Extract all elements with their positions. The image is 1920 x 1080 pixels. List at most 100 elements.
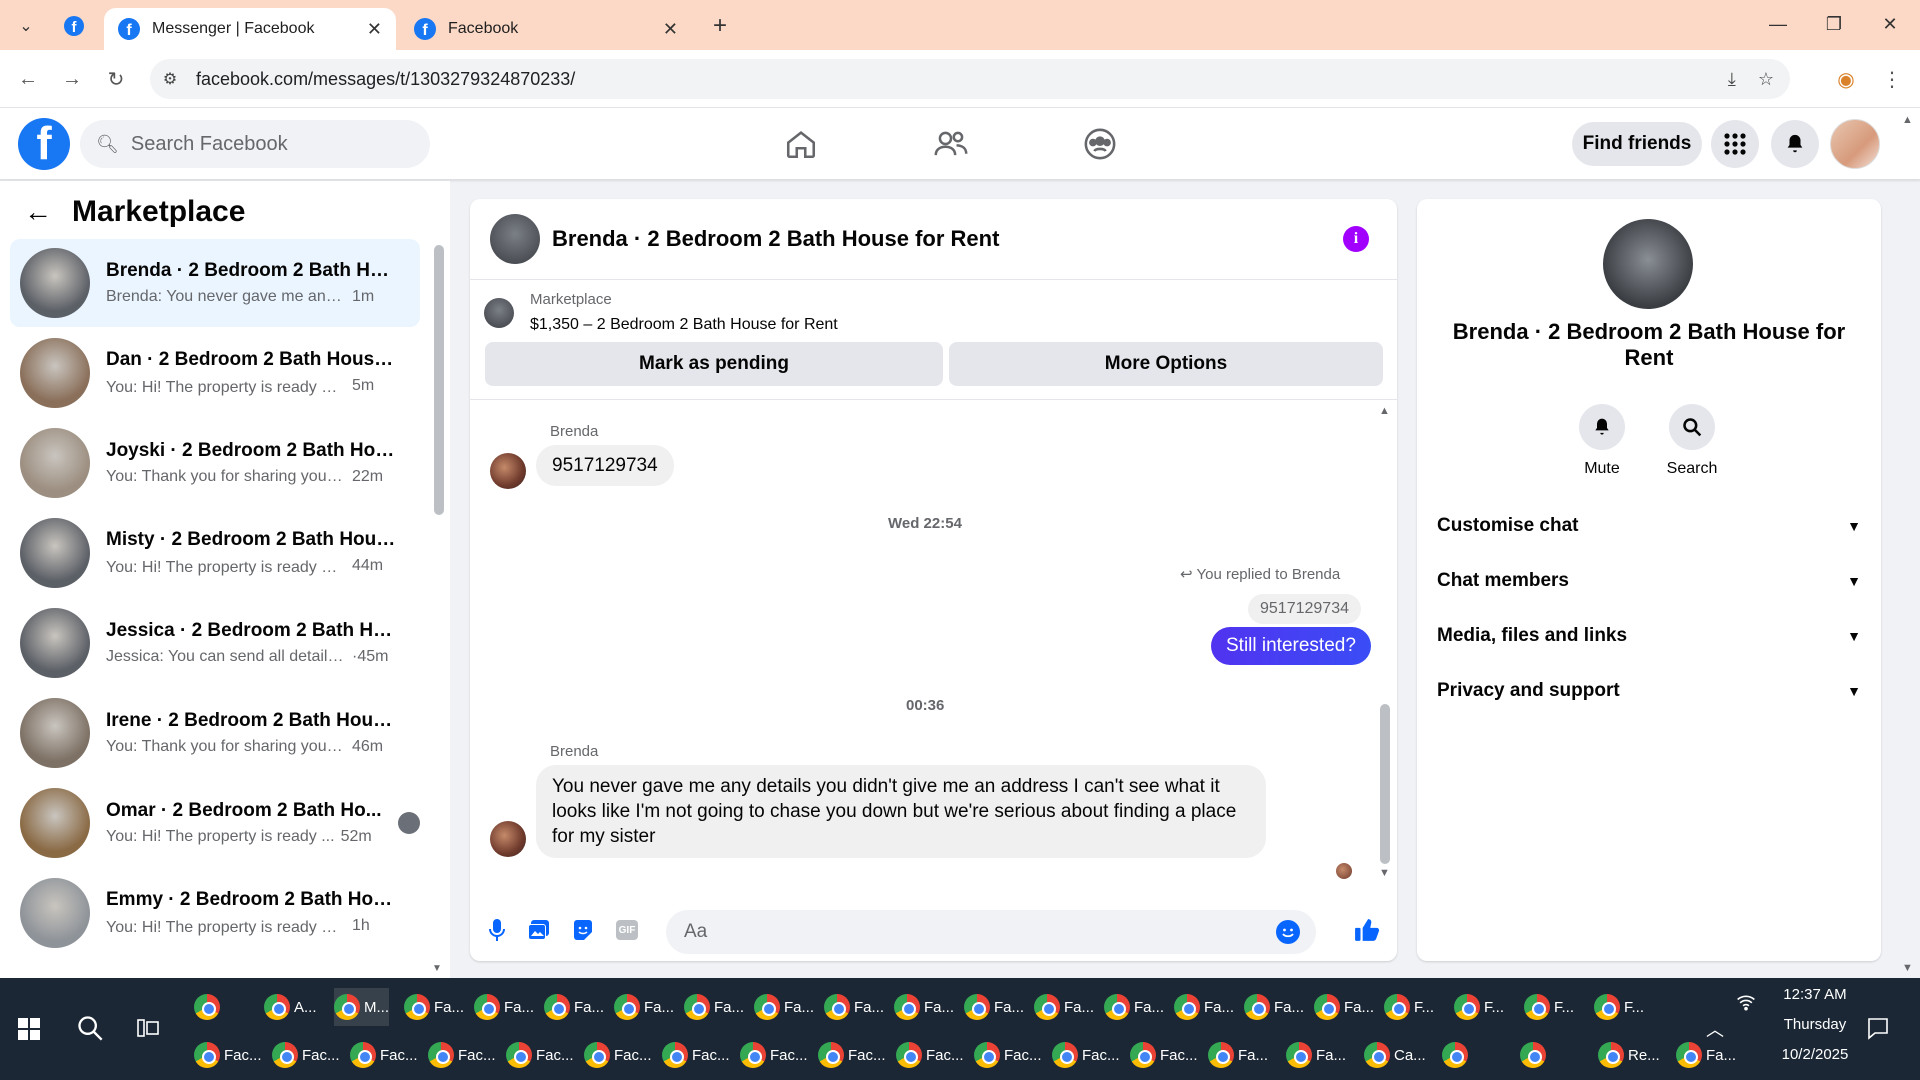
pinned-facebook-tab[interactable]: f	[58, 10, 90, 42]
taskbar-chrome-window[interactable]: Fa...	[1208, 1036, 1268, 1074]
scroll-up-arrow-icon[interactable]: ▲	[1379, 405, 1390, 417]
listing-info[interactable]: Marketplace $1,350 – 2 Bedroom 2 Bath Ho…	[484, 291, 838, 334]
scroll-down-arrow-icon[interactable]: ▼	[1379, 867, 1390, 879]
back-arrow-icon[interactable]: ←	[12, 63, 44, 95]
quoted-message[interactable]: 9517129734	[1248, 594, 1361, 624]
taskbar-chrome-window[interactable]: Fac...	[194, 1036, 262, 1074]
account-avatar[interactable]	[1830, 119, 1880, 169]
forward-arrow-icon[interactable]: →	[56, 63, 88, 95]
taskbar-chrome-window[interactable]: Fa...	[1034, 988, 1094, 1026]
find-friends-button[interactable]: Find friends	[1572, 122, 1702, 166]
conversation-item[interactable]: Jessica · 2 Bedroom 2 Bath Hous... Jessic…	[10, 599, 420, 687]
taskbar-chrome-window[interactable]: Fac...	[662, 1036, 730, 1074]
taskbar-chrome-window[interactable]: Fac...	[272, 1036, 340, 1074]
mark-as-pending-button[interactable]: Mark as pending	[485, 342, 943, 386]
sender-avatar[interactable]	[490, 821, 526, 857]
microphone-icon[interactable]	[484, 917, 510, 943]
notification-center-icon[interactable]	[1866, 1016, 1890, 1046]
section-customise-chat[interactable]: Customise chat ▼	[1437, 506, 1861, 546]
taskbar-chrome-window[interactable]: Fa...	[754, 988, 814, 1026]
more-options-button[interactable]: More Options	[949, 342, 1383, 386]
close-tab-icon[interactable]: ✕	[367, 19, 382, 40]
search-icon[interactable]	[76, 1014, 104, 1048]
page-scroll-down-arrow-icon[interactable]: ▼	[1902, 962, 1913, 974]
taskbar-chrome-window[interactable]: Fac...	[1130, 1036, 1198, 1074]
browser-menu-icon[interactable]: ⋮	[1876, 63, 1908, 95]
section-privacy-support[interactable]: Privacy and support ▼	[1437, 671, 1861, 711]
scroll-down-arrow-icon[interactable]: ▼	[432, 963, 442, 974]
conversation-item[interactable]: Misty · 2 Bedroom 2 Bath House... You: Hi…	[10, 509, 420, 597]
info-icon[interactable]: i	[1343, 226, 1369, 252]
taskbar-chrome-window[interactable]: Fac...	[1052, 1036, 1120, 1074]
minimize-button[interactable]: —	[1750, 8, 1806, 40]
friends-icon[interactable]	[927, 122, 975, 166]
taskbar-chrome-window[interactable]: Fa...	[1174, 988, 1234, 1026]
install-app-icon[interactable]: ⤓	[1728, 69, 1736, 90]
taskbar-chrome-window[interactable]: F...	[1594, 988, 1644, 1026]
site-settings-icon[interactable]: ⚙	[150, 69, 190, 89]
taskbar-chrome-window[interactable]: Fac...	[506, 1036, 574, 1074]
search-input[interactable]: 🔍︎ Search Facebook	[80, 120, 430, 168]
incoming-message[interactable]: 9517129734	[536, 445, 674, 486]
show-hidden-icons-chevron-icon[interactable]: ︿	[1706, 1016, 1724, 1042]
wifi-icon[interactable]	[1736, 992, 1756, 1017]
facebook-logo-icon[interactable]: f	[18, 118, 70, 170]
taskbar-chrome-window[interactable]: F...	[1524, 988, 1574, 1026]
conversation-item[interactable]: Brenda · 2 Bedroom 2 Bath Hou... Brenda: …	[10, 239, 420, 327]
taskbar-chrome-window[interactable]	[194, 988, 224, 1026]
taskbar-chrome-window[interactable]: Fac...	[818, 1036, 886, 1074]
taskbar-chrome-window[interactable]: Fa...	[824, 988, 884, 1026]
conversation-item[interactable]: Emmy · 2 Bedroom 2 Bath Hous... You: Hi! …	[10, 869, 420, 957]
tab-messenger[interactable]: f Messenger | Facebook ✕	[104, 8, 396, 50]
taskbar-chrome-window[interactable]: Re...	[1598, 1036, 1660, 1074]
windows-start-icon[interactable]	[18, 1018, 40, 1040]
taskbar-chrome-window[interactable]: Fa...	[614, 988, 674, 1026]
profile-icon[interactable]: ◉	[1830, 63, 1862, 95]
scrollbar[interactable]	[434, 245, 444, 515]
menu-grid-icon[interactable]	[1711, 120, 1759, 168]
taskbar-chrome-window[interactable]: Fa...	[1286, 1036, 1346, 1074]
mute-button[interactable]: Mute	[1567, 404, 1637, 478]
thumbs-up-icon[interactable]	[1354, 917, 1380, 943]
sender-avatar[interactable]	[490, 453, 526, 489]
taskbar-chrome-window[interactable]: Fa...	[544, 988, 604, 1026]
taskbar-chrome-window[interactable]: M...	[334, 988, 389, 1026]
search-in-chat-button[interactable]: Search	[1657, 404, 1727, 478]
conversation-item[interactable]: Joyski · 2 Bedroom 2 Bath Hous... You: Th…	[10, 419, 420, 507]
taskbar-chrome-window[interactable]: F...	[1454, 988, 1504, 1026]
taskbar-chrome-window[interactable]: Fa...	[1314, 988, 1374, 1026]
taskbar-chrome-window[interactable]: Fac...	[350, 1036, 418, 1074]
taskbar-chrome-window[interactable]: Fa...	[1244, 988, 1304, 1026]
task-view-icon[interactable]	[136, 1016, 162, 1046]
tab-facebook[interactable]: f Facebook ✕	[400, 8, 692, 50]
taskbar-chrome-window[interactable]: Fa...	[474, 988, 534, 1026]
close-window-button[interactable]: ✕	[1862, 8, 1918, 40]
scrollbar[interactable]	[1380, 704, 1390, 864]
bookmark-star-icon[interactable]: ☆	[1758, 69, 1774, 90]
home-icon[interactable]	[777, 122, 825, 166]
back-arrow-icon[interactable]: ←	[24, 196, 52, 228]
photo-icon[interactable]	[526, 917, 552, 943]
outgoing-message[interactable]: Still interested?	[1211, 627, 1371, 665]
section-chat-members[interactable]: Chat members ▼	[1437, 561, 1861, 601]
taskbar-chrome-window[interactable]: Fac...	[428, 1036, 496, 1074]
chat-avatar[interactable]	[1603, 219, 1693, 309]
taskbar-chrome-window[interactable]: Fac...	[974, 1036, 1042, 1074]
new-tab-button[interactable]: +	[704, 10, 736, 42]
sticker-icon[interactable]	[570, 917, 596, 943]
address-bar[interactable]: ⚙ facebook.com/messages/t/13032793248702…	[150, 59, 1790, 99]
close-tab-icon[interactable]: ✕	[663, 19, 678, 40]
taskbar-chrome-window[interactable]: Fa...	[1104, 988, 1164, 1026]
conversation-item[interactable]: Irene · 2 Bedroom 2 Bath House ... You: T…	[10, 689, 420, 777]
chat-avatar[interactable]	[490, 214, 540, 264]
page-scroll-up-arrow-icon[interactable]: ▲	[1902, 114, 1913, 126]
reload-icon[interactable]: ↻	[100, 63, 132, 95]
taskbar-chrome-window[interactable]: Fac...	[740, 1036, 808, 1074]
system-clock[interactable]: 12:37 AM Thursday 10/2/2025	[1760, 980, 1870, 1070]
taskbar-chrome-window[interactable]: A...	[264, 988, 317, 1026]
emoji-icon[interactable]	[1276, 920, 1300, 944]
taskbar-chrome-window[interactable]: Fac...	[584, 1036, 652, 1074]
taskbar-chrome-window[interactable]: Ca...	[1364, 1036, 1426, 1074]
conversation-item[interactable]: Omar · 2 Bedroom 2 Bath Ho... You: Hi! Th…	[10, 779, 420, 867]
taskbar-chrome-window[interactable]	[1442, 1036, 1472, 1074]
